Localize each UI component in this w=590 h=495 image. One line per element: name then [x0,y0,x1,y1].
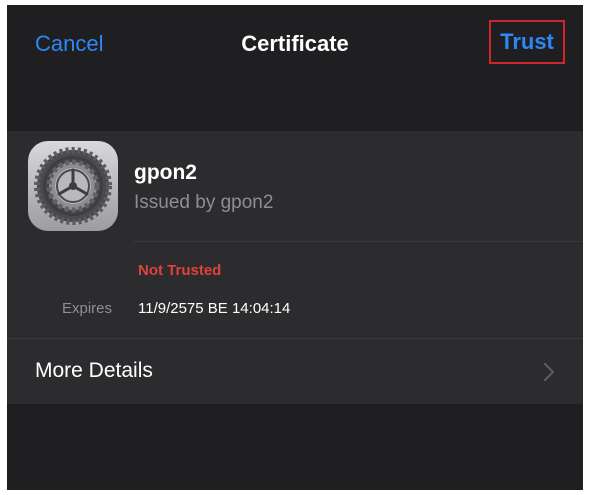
more-details-label: More Details [35,359,153,382]
expires-value: 11/9/2575 BE 14:04:14 [138,300,291,317]
cancel-button[interactable]: Cancel [35,31,103,57]
certificate-card: gpon2 Issued by gpon2 Not Trusted Expire… [7,131,583,338]
chevron-right-icon [543,362,555,382]
trust-button[interactable]: Trust [489,20,565,64]
divider [134,241,583,242]
certificate-name: gpon2 [134,161,197,184]
more-details-row[interactable]: More Details [7,338,583,404]
empty-area [7,404,583,490]
expires-label: Expires [62,300,113,317]
certificate-screen: Cancel Certificate Trust gpon2 Issued by… [7,5,583,490]
trust-status: Not Trusted [138,262,222,279]
settings-gear-icon [28,141,118,231]
certificate-issuer: Issued by gpon2 [134,192,274,213]
navigation-bar: Cancel Certificate Trust [7,5,583,131]
